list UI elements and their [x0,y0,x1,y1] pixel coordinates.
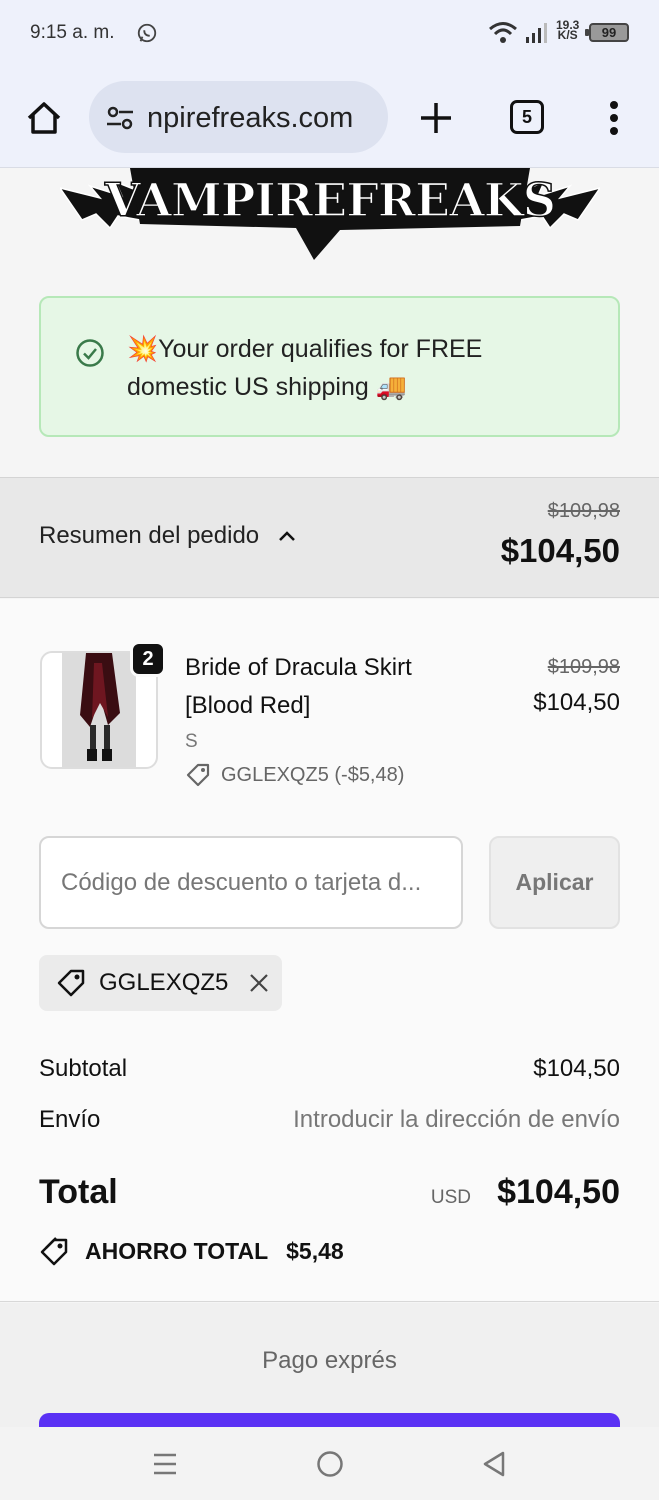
system-nav-bar [0,1427,659,1500]
free-shipping-banner: 💥Your order qualifies for FREE domestic … [39,296,620,437]
logo-text: VAMPIREFREAKS [104,173,555,227]
network-speed: 19.3 K/S [556,18,580,42]
home-circle-icon[interactable] [315,1449,345,1479]
applied-code-text: GGLEXQZ5 [99,969,229,996]
tag-icon [57,969,85,997]
total-value: $104,50 [497,1173,620,1211]
wifi-icon [489,22,517,43]
apply-button[interactable]: Aplicar [489,836,620,929]
subtotal-label: Subtotal [39,1055,128,1082]
order-summary-toggle[interactable]: Resumen del pedido $109,98 $104,50 [0,477,659,598]
applied-code-chip: GGLEXQZ5 [39,955,282,1011]
address-bar[interactable]: npirefreaks.com [89,81,388,153]
more-options-icon[interactable] [600,98,628,138]
chevron-up-icon [279,531,296,541]
back-icon[interactable] [480,1449,508,1479]
quantity-badge: 2 [130,641,166,677]
product-discount: GGLEXQZ5 (-$5,48) [185,762,404,788]
tag-icon [40,1237,68,1266]
close-icon[interactable] [248,972,270,994]
subtotal-value: $104,50 [533,1055,620,1082]
signal-icon [526,23,547,43]
express-checkout: Pago exprés [0,1303,659,1437]
whatsapp-icon [137,23,157,43]
shipping-value: Introducir la dirección de envío [293,1106,620,1133]
product-original-price: $109,98 [547,656,620,678]
banner-text: 💥Your order qualifies for FREE domestic … [127,335,483,401]
summary-toggle-label[interactable]: Resumen del pedido [39,522,297,550]
shipping-label: Envío [39,1106,101,1133]
status-bar: 9:15 a. m. 19.3 K/S 99 [0,0,659,68]
total-label: Total [39,1173,118,1211]
url-text: npirefreaks.com [147,102,354,134]
recent-apps-icon[interactable] [151,1451,179,1477]
express-checkout-label: Pago exprés [262,1347,397,1374]
battery-icon: 99 [585,23,629,42]
new-tab-icon[interactable] [414,96,458,140]
order-details: 2 Bride of Dracula Skirt [Blood Red] $10… [0,599,659,1302]
product-price: $104,50 [533,689,620,716]
tab-switcher-button[interactable]: 5 [510,100,544,134]
home-icon[interactable] [22,96,66,140]
product-variant: S [185,731,198,752]
site-settings-icon[interactable] [105,105,135,131]
site-logo[interactable]: VAMPIREFREAKS [60,168,600,264]
total-savings: AHORRO TOTAL $5,48 [39,1235,344,1267]
total-currency: USD [430,1187,471,1208]
tag-icon [186,763,210,787]
summary-original-total: $109,98 [547,500,620,522]
browser-toolbar: npirefreaks.com 5 [0,68,659,168]
product-name: Bride of Dracula Skirt [Blood Red] [185,654,412,719]
summary-total: $104,50 [500,532,620,569]
discount-code-input[interactable] [39,836,463,929]
status-time: 9:15 a. m. [30,22,115,43]
check-circle-icon [76,339,104,367]
